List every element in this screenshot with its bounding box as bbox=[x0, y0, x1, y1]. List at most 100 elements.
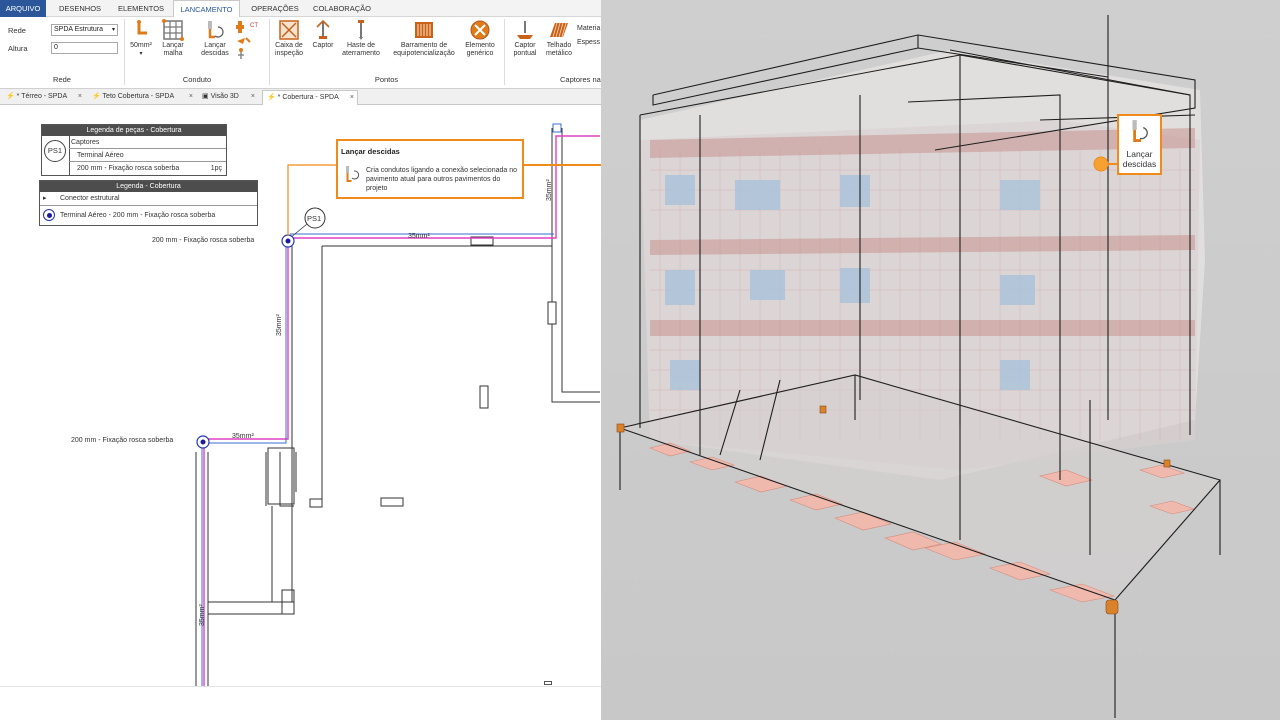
conduit-size-label: 50mm² bbox=[130, 42, 152, 49]
group-pontos-title: Pontos bbox=[374, 75, 399, 84]
conductor-label: 35mm² bbox=[408, 233, 430, 240]
legend-row-label: Terminal Aéreo - 200 mm - Fixação rosca … bbox=[60, 212, 216, 219]
conductor-label: 35mm² bbox=[546, 179, 553, 201]
captor-pontual-label: Captor pontual bbox=[513, 42, 537, 57]
descidas-icon bbox=[208, 21, 224, 39]
lancar-malha-button[interactable]: Lançar malha bbox=[157, 19, 189, 58]
close-icon[interactable]: × bbox=[189, 90, 193, 104]
doc-tab-cobertura[interactable]: ⚡ * Cobertura - SPDA × bbox=[262, 90, 358, 105]
legend-pecas: Legenda de peças - Cobertura PS1 Captore… bbox=[41, 124, 227, 176]
close-icon[interactable]: × bbox=[251, 90, 255, 104]
lancar-malha-label: Lançar malha bbox=[162, 42, 184, 57]
legend-row: Terminal Aéreo bbox=[69, 149, 226, 162]
lightning-icon: ⚡ bbox=[6, 93, 15, 100]
building-3d-model bbox=[616, 15, 1221, 718]
generic-element-icon bbox=[470, 20, 490, 40]
document-tabs: ⚡ * Térreo - SPDA × ⚡ Teto Cobertura - S… bbox=[0, 89, 601, 105]
tooltip-body: Cria condutos ligando a conexão selecion… bbox=[366, 167, 517, 192]
telhado-metalico-label: Telhado metálico bbox=[545, 42, 573, 57]
captor-button[interactable]: Captor bbox=[308, 19, 338, 50]
conductor-label: 35mm² bbox=[232, 433, 254, 440]
descidas-icon bbox=[1132, 120, 1148, 142]
lancar-descidas-callout: Lançar descidas bbox=[1117, 114, 1162, 175]
drawing-marker bbox=[544, 681, 552, 685]
conductor-label: 35mm² bbox=[199, 604, 206, 626]
terminal-label-bottom: 200 mm - Fixação rosca soberba bbox=[71, 437, 174, 444]
legend-row: Terminal Aéreo - 200 mm - Fixação rosca … bbox=[40, 206, 257, 226]
conductor-label: 35mm² bbox=[276, 314, 283, 336]
group-conduto-title: Conduto bbox=[182, 75, 212, 84]
legend-pecas-title: Legenda de peças - Cobertura bbox=[42, 125, 226, 136]
tab-colaboracao[interactable]: COLABORAÇÃO bbox=[308, 0, 376, 17]
group-captores-title: Captores na bbox=[560, 75, 601, 84]
terminal-label-top: 200 mm - Fixação rosca soberba bbox=[152, 237, 255, 244]
3d-viewport[interactable]: Lançar descidas bbox=[601, 0, 1280, 720]
barramento-label: Barramento de equipotencialização bbox=[393, 42, 455, 57]
metal-roof-icon bbox=[550, 22, 568, 38]
legend-row: Captores bbox=[69, 136, 226, 149]
connector-icon: ▸ bbox=[43, 195, 47, 202]
haste-aterramento-label: Haste de aterramento bbox=[342, 42, 380, 57]
busbar-icon bbox=[415, 22, 433, 38]
conduit-tools[interactable]: CT bbox=[232, 19, 262, 68]
chevron-down-icon: ▾ bbox=[111, 27, 115, 33]
ground-rod-icon bbox=[358, 20, 364, 40]
rede-label: Rede bbox=[8, 26, 26, 35]
tab-operacoes[interactable]: OPERAÇÕES bbox=[246, 0, 304, 17]
altura-label: Altura bbox=[8, 44, 28, 53]
legend-symbol: PS1 bbox=[44, 140, 66, 162]
group-separator bbox=[504, 19, 505, 85]
doc-tab-label: * Térreo - SPDA bbox=[16, 93, 68, 100]
doc-tab-terreo[interactable]: ⚡ * Térreo - SPDA × bbox=[2, 90, 85, 105]
svg-text:CT: CT bbox=[250, 23, 258, 29]
tooltip-title: Lançar descidas bbox=[341, 147, 400, 156]
doc-tab-visao-3d[interactable]: ▣ Visão 3D × bbox=[198, 90, 258, 105]
callout-label: Lançar descidas bbox=[1122, 149, 1157, 169]
elemento-generico-label: Elemento genérico bbox=[465, 42, 495, 57]
ribbon-panel: Rede SPDA Estrutura ▾ Altura 0 Rede 50mm… bbox=[0, 17, 601, 89]
lancar-descidas-button[interactable]: Lançar descidas bbox=[199, 19, 231, 58]
tab-elementos[interactable]: ELEMENTOS bbox=[112, 0, 170, 17]
tab-arquivo[interactable]: ARQUIVO bbox=[0, 0, 46, 17]
mesh-icon bbox=[162, 19, 184, 41]
legend-row: 200 mm - Fixação rosca soberba bbox=[77, 165, 180, 172]
rede-value: SPDA Estrutura bbox=[54, 26, 104, 33]
espessura-label: Espess bbox=[577, 39, 600, 46]
command-tooltip: Lançar descidas Cria condutos ligando a … bbox=[336, 139, 524, 199]
caixa-inspecao-label: Caixa de inspeção bbox=[274, 42, 304, 57]
telhado-metalico-button[interactable]: Telhado metálico bbox=[542, 19, 576, 58]
tab-desenhos[interactable]: DESENHOS bbox=[54, 0, 106, 17]
ribbon-tab-bar: ARQUIVO DESENHOS ELEMENTOS LANCAMENTO OP… bbox=[0, 0, 601, 18]
legend-cobertura: Legenda - Cobertura ▸ Conector estrutura… bbox=[39, 180, 258, 226]
barramento-button[interactable]: Barramento de equipotencialização bbox=[387, 19, 461, 58]
doc-tab-label: Teto Cobertura - SPDA bbox=[102, 93, 175, 100]
legend-row: ▸ Conector estrutural bbox=[40, 192, 257, 206]
terminal-icon bbox=[43, 209, 55, 221]
rede-select[interactable]: SPDA Estrutura ▾ bbox=[51, 24, 118, 36]
doc-tab-label: Visão 3D bbox=[210, 93, 239, 100]
material-label: Materia bbox=[577, 25, 601, 32]
descidas-icon bbox=[346, 166, 360, 182]
altura-input[interactable]: 0 bbox=[51, 42, 118, 54]
close-icon[interactable]: × bbox=[78, 90, 82, 104]
captor-label: Captor bbox=[312, 42, 334, 49]
caixa-inspecao-button[interactable]: Caixa de inspeção bbox=[271, 19, 307, 58]
lancar-descidas-label: Lançar descidas bbox=[201, 42, 229, 57]
air-terminal-icon bbox=[316, 19, 330, 39]
doc-tab-label: * Cobertura - SPDA bbox=[277, 94, 339, 101]
haste-aterramento-button[interactable]: Haste de aterramento bbox=[338, 19, 384, 58]
captor-pontual-button[interactable]: Captor pontual bbox=[508, 19, 542, 58]
group-rede-title: Rede bbox=[53, 75, 71, 84]
cube-icon: ▣ bbox=[202, 93, 209, 100]
tab-lancamento[interactable]: LANCAMENTO bbox=[173, 0, 240, 18]
inspection-box-icon bbox=[279, 20, 299, 40]
ps1-tag: PS1 bbox=[307, 214, 322, 223]
cad-application: ARQUIVO DESENHOS ELEMENTOS LANCAMENTO OP… bbox=[0, 0, 601, 720]
conduit-icon bbox=[137, 20, 147, 35]
point-captor-icon bbox=[517, 21, 533, 39]
doc-tab-teto-cobertura[interactable]: ⚡ Teto Cobertura - SPDA × bbox=[88, 90, 196, 105]
close-icon[interactable]: × bbox=[350, 91, 354, 105]
elemento-generico-button[interactable]: Elemento genérico bbox=[460, 19, 500, 58]
conduit-tools-icon: CT bbox=[236, 21, 258, 59]
conduit-size-button[interactable]: 50mm² ▾ bbox=[128, 19, 154, 58]
